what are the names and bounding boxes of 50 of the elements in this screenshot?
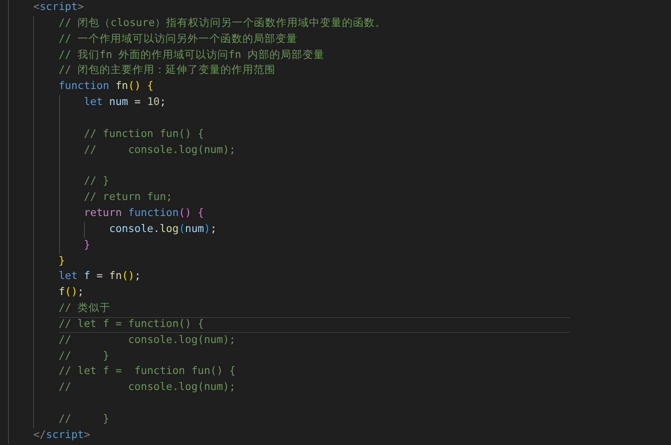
code-bracket: } bbox=[84, 238, 90, 253]
code-punctuation: ; bbox=[134, 269, 141, 284]
code-comment: // console.log(num); bbox=[58, 332, 236, 348]
code-punctuation: . bbox=[153, 222, 160, 237]
function-name: fn bbox=[115, 79, 128, 94]
code-comment: // console.log(num); bbox=[84, 142, 236, 158]
variable-name: num bbox=[185, 222, 204, 237]
tag-name: script bbox=[40, 0, 78, 15]
code-bracket: ( bbox=[178, 222, 186, 237]
code-bracket: () bbox=[64, 285, 78, 300]
function-name: f bbox=[58, 285, 65, 300]
code-comment: // return fun; bbox=[84, 190, 172, 206]
tag-bracket: > bbox=[84, 428, 90, 443]
code-comment: // let f = function fun() { bbox=[58, 364, 236, 380]
code-comment: // 闭包的主要作用：延伸了变量的作用范围 bbox=[58, 63, 276, 78]
code-punctuation: ; bbox=[78, 285, 84, 300]
code-keyword: function bbox=[58, 79, 110, 94]
code-keyword: return bbox=[84, 206, 123, 221]
code-bracket: } bbox=[58, 254, 65, 268]
code-comment: // } bbox=[58, 412, 110, 427]
code-comment: // 类似于 bbox=[58, 301, 111, 316]
code-comment: // } bbox=[58, 348, 110, 364]
code-punctuation: ; bbox=[160, 95, 166, 110]
number-literal: 10 bbox=[147, 95, 160, 110]
code-keyword: let bbox=[58, 269, 79, 284]
tag-bracket: </ bbox=[33, 428, 46, 443]
code-punctuation: ; bbox=[210, 222, 217, 237]
code-punctuation: = bbox=[96, 269, 104, 284]
variable-name: f bbox=[84, 269, 90, 284]
code-keyword: let bbox=[84, 95, 104, 110]
variable-name: num bbox=[109, 95, 128, 110]
code-comment: // function fun() { bbox=[84, 126, 204, 142]
code-comment: // let f = function() { bbox=[58, 316, 204, 332]
code-comment: // 我们fn 外面的作用域可以访问fn 内部的局部变量 bbox=[58, 48, 324, 63]
code-comment: // } bbox=[84, 174, 110, 190]
code-comment: // 闭包（closure）指有权访问另一个函数作用域中变量的函数。 bbox=[58, 16, 386, 31]
function-name: fn bbox=[109, 269, 122, 284]
code-bracket: ) bbox=[204, 222, 210, 237]
code-comment: // 一个作用域可以访问另外一个函数的局部变量 bbox=[58, 32, 298, 47]
tag-bracket: < bbox=[33, 0, 40, 15]
code-keyword: function bbox=[128, 206, 179, 221]
code-punctuation: = bbox=[133, 95, 142, 110]
code-bracket: () { bbox=[128, 79, 154, 94]
variable-name: console bbox=[109, 222, 154, 237]
function-name: log bbox=[160, 222, 179, 237]
tag-name: script bbox=[46, 428, 84, 443]
code-bracket: () bbox=[122, 269, 134, 284]
code-bracket: () { bbox=[178, 206, 204, 221]
tag-bracket: > bbox=[78, 0, 84, 15]
code-comment: // console.log(num); bbox=[58, 380, 236, 396]
